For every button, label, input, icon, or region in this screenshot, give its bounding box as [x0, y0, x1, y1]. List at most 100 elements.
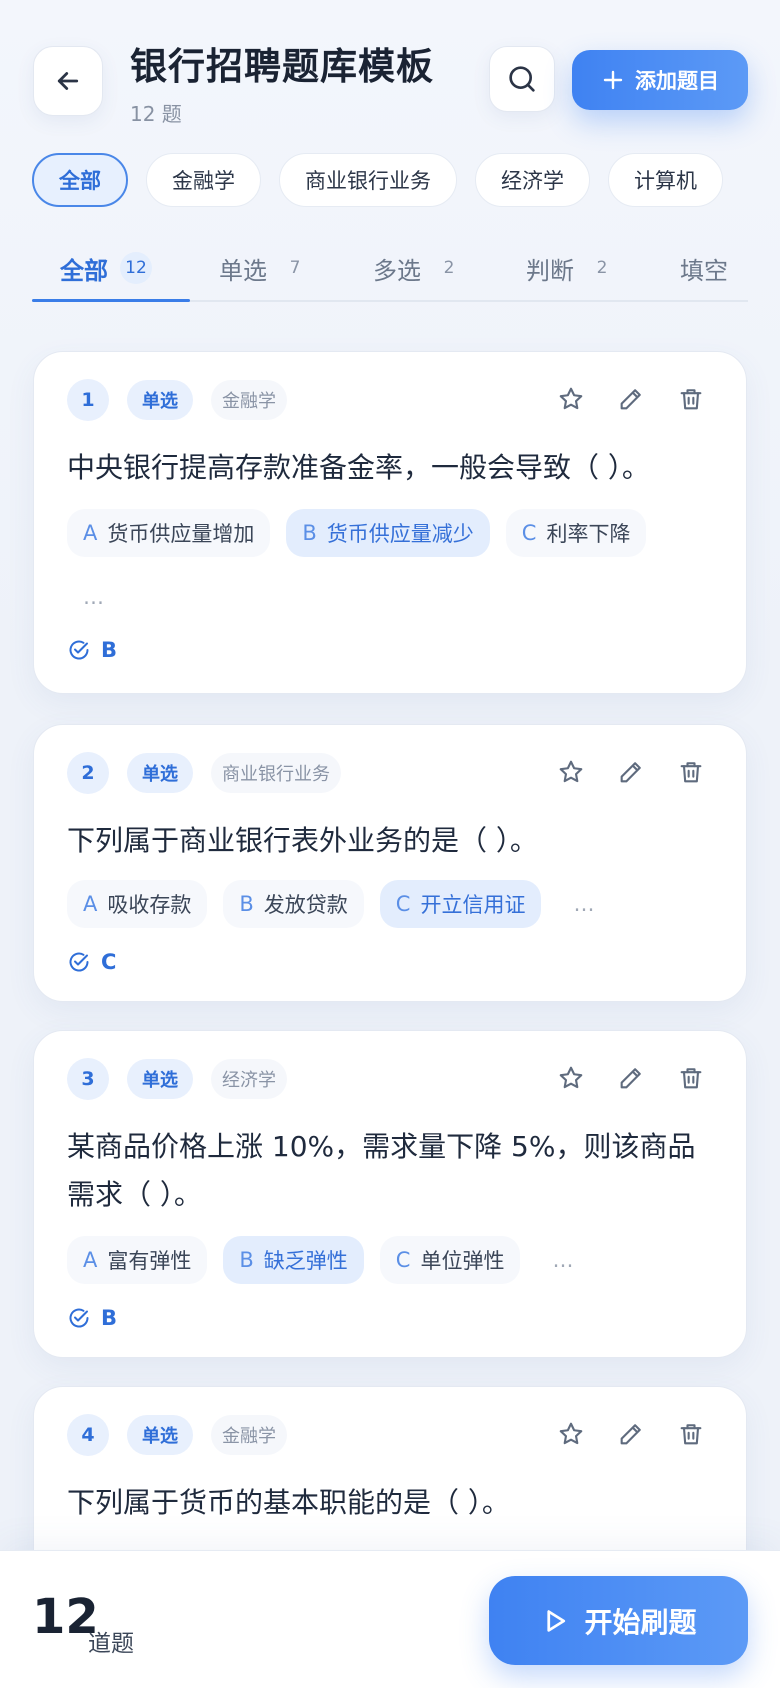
option-text: 利率下降 [546, 522, 631, 546]
question-card[interactable]: 1 单选 金融学 中央银行提高存款准备金率，一般会导致（ ）。 A 货币供应量增加… [33, 351, 747, 694]
star-icon [559, 387, 583, 410]
delete-button[interactable] [676, 1417, 706, 1451]
add-question-label: 添加题目 [635, 69, 719, 93]
question-type-badge: 单选 [127, 380, 193, 420]
category-chip-computer[interactable]: 计算机 [608, 153, 723, 207]
trash-icon [680, 1068, 702, 1089]
question-category-badge: 金融学 [211, 1415, 287, 1455]
edit-button[interactable] [616, 1417, 646, 1451]
tab-fill-blank[interactable]: 填空 [680, 248, 728, 288]
option-letter: B [239, 892, 254, 916]
delete-button[interactable] [676, 1061, 706, 1095]
category-chips: 全部 金融学 商业银行业务 经济学 计算机 [32, 153, 723, 209]
delete-button[interactable] [676, 755, 706, 789]
star-icon [559, 1066, 583, 1089]
tab-count: 2 [596, 258, 608, 278]
tab-label: 填空 [680, 256, 728, 285]
page-title: 银行招聘题库模板 [130, 45, 434, 88]
question-card-header: 1 单选 金融学 [67, 379, 287, 421]
star-icon [559, 1422, 583, 1445]
trash-icon [680, 1424, 702, 1445]
category-chip-economics[interactable]: 经济学 [475, 153, 590, 207]
option-item-correct: B 货币供应量减少 [286, 509, 490, 557]
option-letter: A [83, 892, 98, 916]
trash-icon [680, 389, 702, 410]
favorite-button[interactable] [556, 1061, 586, 1095]
correct-answer: B [67, 1306, 117, 1330]
delete-button[interactable] [676, 382, 706, 416]
edit-button[interactable] [616, 382, 646, 416]
option-text: 发放贷款 [263, 893, 348, 917]
question-card[interactable]: 2 单选 商业银行业务 下列属于商业银行表外业务的是（ ）。 A 吸收存款 B 发放… [33, 724, 747, 1002]
question-text: 某商品价格上涨 10%，需求量下降 5%，则该商品需求（ ）。 [67, 1130, 696, 1211]
option-text: 吸收存款 [107, 893, 192, 917]
plus-icon [603, 70, 623, 90]
question-actions [556, 1417, 706, 1451]
star-icon [559, 760, 583, 783]
total-count-unit: 道题 [88, 1631, 134, 1657]
question-card-header: 2 单选 商业银行业务 [67, 752, 341, 794]
category-chip-finance[interactable]: 金融学 [146, 153, 261, 207]
option-letter: A [83, 1248, 98, 1272]
question-number: 3 [67, 1058, 109, 1100]
edit-button[interactable] [616, 1061, 646, 1095]
check-circle-icon [69, 640, 89, 660]
favorite-button[interactable] [556, 382, 586, 416]
tab-count: 7 [289, 258, 301, 278]
pencil-icon [620, 1424, 641, 1445]
question-card-header: 3 单选 经济学 [67, 1058, 287, 1100]
option-list: A 货币供应量增加 B 货币供应量减少 C 利率下降 … [67, 509, 706, 621]
category-chip-all[interactable]: 全部 [32, 153, 128, 207]
trash-icon [680, 762, 702, 783]
option-text: 货币供应量增加 [107, 522, 255, 546]
tab-count: 2 [443, 258, 455, 278]
question-actions [556, 1061, 706, 1095]
correct-answer-value: C [101, 950, 117, 974]
tab-all[interactable]: 全部 12 [60, 248, 152, 288]
question-type-tabs: 全部 12 单选 7 多选 2 判断 2 填空 [32, 228, 748, 302]
favorite-button[interactable] [556, 1417, 586, 1451]
pencil-icon [620, 762, 641, 783]
correct-answer-value: B [101, 1306, 118, 1330]
option-list: A 吸收存款 B 发放贷款 C 开立信用证 … [67, 880, 706, 928]
option-item: B 发放贷款 [223, 880, 364, 928]
pencil-icon [620, 389, 641, 410]
search-button[interactable] [489, 46, 555, 112]
start-practice-label: 开始刷题 [584, 1605, 697, 1639]
back-button[interactable] [33, 46, 103, 116]
option-letter: B [302, 521, 317, 545]
bottom-bar: 12 道题 开始刷题 [0, 1550, 780, 1688]
tab-count: 12 [120, 252, 152, 284]
question-card[interactable]: 3 单选 经济学 某商品价格上涨 10%，需求量下降 5%，则该商品需求（ ）。… [33, 1030, 747, 1358]
correct-answer-value: B [101, 638, 118, 662]
option-item-correct: C 开立信用证 [379, 880, 542, 928]
option-letter: C [395, 1248, 411, 1272]
check-circle-icon [69, 952, 89, 972]
question-number: 1 [67, 379, 109, 421]
option-item: C 单位弹性 [379, 1236, 521, 1284]
page: 银行招聘题库模板 12 题 添加题目 全部 金融学 商业银行业务 经济学 计算机… [0, 0, 780, 1688]
tab-true-false[interactable]: 判断 2 [526, 248, 618, 288]
question-type-badge: 单选 [127, 753, 193, 793]
category-chip-commercial-banking[interactable]: 商业银行业务 [279, 153, 457, 207]
option-letter: B [239, 1248, 254, 1272]
start-practice-button[interactable]: 开始刷题 [489, 1576, 748, 1665]
option-text: 富有弹性 [107, 1249, 192, 1273]
tab-multiple-choice[interactable]: 多选 2 [373, 248, 465, 288]
option-item: A 吸收存款 [67, 880, 208, 928]
option-item: A 富有弹性 [67, 1236, 208, 1284]
option-item: A 货币供应量增加 [67, 509, 271, 557]
question-number: 4 [67, 1414, 109, 1456]
favorite-button[interactable] [556, 755, 586, 789]
option-text: 货币供应量减少 [326, 522, 474, 546]
add-question-button[interactable]: 添加题目 [572, 50, 748, 110]
question-count-subtitle: 12 题 [130, 102, 182, 126]
edit-button[interactable] [616, 755, 646, 789]
tab-single-choice[interactable]: 单选 7 [219, 248, 311, 288]
option-letter: A [83, 521, 98, 545]
more-options-ellipsis: … [83, 585, 104, 609]
option-letter: C [521, 521, 537, 545]
more-options-ellipsis: … [552, 1248, 574, 1272]
question-type-badge: 单选 [127, 1415, 193, 1455]
question-card-header: 4 单选 金融学 [67, 1414, 287, 1456]
